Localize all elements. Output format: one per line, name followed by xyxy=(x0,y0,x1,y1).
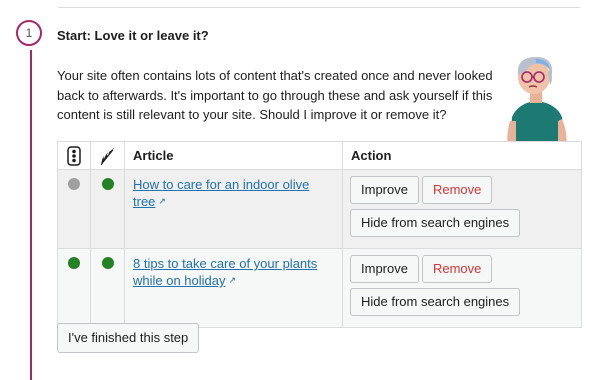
article-cell: 8 tips to take care of your plants while… xyxy=(124,248,343,328)
table-row: 8 tips to take care of your plants while… xyxy=(57,248,582,328)
timeline-line xyxy=(30,50,32,380)
readability-column-header xyxy=(57,141,91,170)
hide-from-search-engines-button[interactable]: Hide from search engines xyxy=(350,288,521,316)
action-column-header: Action xyxy=(342,141,582,170)
content-table: Article Action How to care for an indoor… xyxy=(57,141,582,328)
seo-status-cell xyxy=(90,169,125,249)
article-column-header: Article xyxy=(124,141,343,170)
step-description: Your site often contains lots of content… xyxy=(57,68,493,122)
seo-status-cell xyxy=(90,248,125,328)
step-title: Start: Love it or leave it? xyxy=(57,28,209,43)
readability-status-dot xyxy=(68,257,80,269)
seo-icon xyxy=(100,146,115,165)
action-button-row: Improve Remove xyxy=(350,176,573,209)
article-link[interactable]: 8 tips to take care of your plants while… xyxy=(133,256,317,288)
remove-button[interactable]: Remove xyxy=(421,176,493,204)
readability-status-cell xyxy=(57,169,91,249)
readability-status-cell xyxy=(57,248,91,328)
table-header-row: Article Action xyxy=(57,141,582,170)
action-cell: Improve Remove Hide from search engines xyxy=(342,248,582,328)
table-row: How to care for an indoor olive tree ↗ Im… xyxy=(57,169,582,249)
external-link-icon: ↗ xyxy=(228,275,237,285)
action-cell: Improve Remove Hide from search engines xyxy=(342,169,582,249)
top-divider xyxy=(58,7,580,8)
external-link-icon: ↗ xyxy=(158,196,166,206)
seo-status-dot xyxy=(101,257,114,269)
readability-icon xyxy=(67,145,81,166)
article-cell: How to care for an indoor olive tree ↗ xyxy=(124,169,343,249)
finish-step-button[interactable]: I've finished this step xyxy=(57,323,200,353)
content-table-wrapper: Article Action How to care for an indoor… xyxy=(57,141,582,328)
hide-from-search-engines-button[interactable]: Hide from search engines xyxy=(350,209,521,237)
step-number-circle: 1 xyxy=(16,20,42,46)
seo-column-header xyxy=(90,141,125,170)
character-illustration xyxy=(507,57,567,145)
improve-button[interactable]: Improve xyxy=(350,255,419,283)
seo-status-dot xyxy=(101,178,114,190)
article-title: 8 tips to take care of your plants while… xyxy=(133,256,318,288)
remove-button[interactable]: Remove xyxy=(421,255,493,283)
improve-button[interactable]: Improve xyxy=(350,176,419,204)
readability-status-dot xyxy=(68,178,80,190)
action-button-row: Improve Remove xyxy=(350,255,573,288)
